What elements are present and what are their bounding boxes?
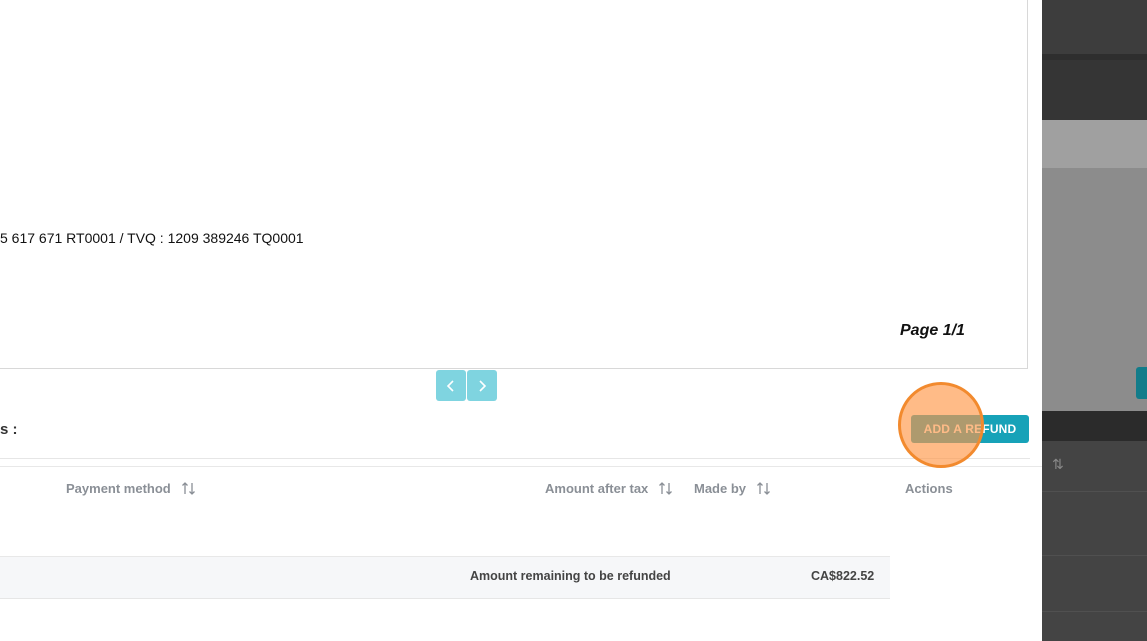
remaining-label: Amount remaining to be refunded	[470, 569, 671, 583]
column-label: Payment method	[66, 481, 171, 496]
background-header	[1042, 0, 1147, 54]
column-actions: Actions	[905, 481, 953, 496]
background-section-bar	[1042, 411, 1147, 441]
sort-icon	[757, 482, 770, 495]
background-row-divider	[1042, 555, 1147, 556]
column-label: Actions	[905, 481, 953, 496]
column-payment-method[interactable]: Payment method	[66, 481, 196, 496]
invoice-preview: 5 617 671 RT0001 / TVQ : 1209 389246 TQ0…	[0, 0, 1028, 369]
background-button	[1136, 367, 1147, 399]
chevron-right-icon	[479, 379, 487, 392]
remaining-value: CA$822.52	[811, 569, 875, 583]
refund-modal: 5 617 671 RT0001 / TVQ : 1209 389246 TQ0…	[0, 0, 1042, 641]
next-page-button[interactable]	[467, 370, 497, 401]
column-amount-after-tax[interactable]: Amount after tax	[545, 481, 673, 496]
background-toolbar	[1042, 60, 1147, 120]
background-sort-icon: ⇅	[1052, 456, 1064, 472]
sort-icon	[659, 482, 673, 495]
summary-row: Amount remaining to be refunded CA$822.5…	[0, 556, 890, 599]
tax-numbers: 5 617 671 RT0001 / TVQ : 1209 389246 TQ0…	[0, 230, 304, 246]
add-refund-button[interactable]: ADD A REFUND	[911, 415, 1029, 443]
sort-icon	[181, 482, 195, 495]
preview-pager	[436, 370, 497, 401]
table-row	[0, 512, 1042, 555]
background-row-divider	[1042, 491, 1147, 492]
chevron-left-icon	[446, 379, 454, 392]
column-label: Made by	[694, 481, 747, 496]
background-row-divider	[1042, 611, 1147, 612]
refunds-table-header: Payment method Amount after tax Made by …	[0, 466, 1042, 513]
page-number: Page 1/1	[900, 322, 965, 339]
refunds-section-title: s :	[0, 421, 18, 438]
column-made-by[interactable]: Made by	[694, 481, 771, 496]
column-label: Amount after tax	[545, 481, 649, 496]
previous-page-button[interactable]	[436, 370, 466, 401]
background-panel-header	[1042, 120, 1147, 168]
section-divider	[0, 458, 1030, 459]
